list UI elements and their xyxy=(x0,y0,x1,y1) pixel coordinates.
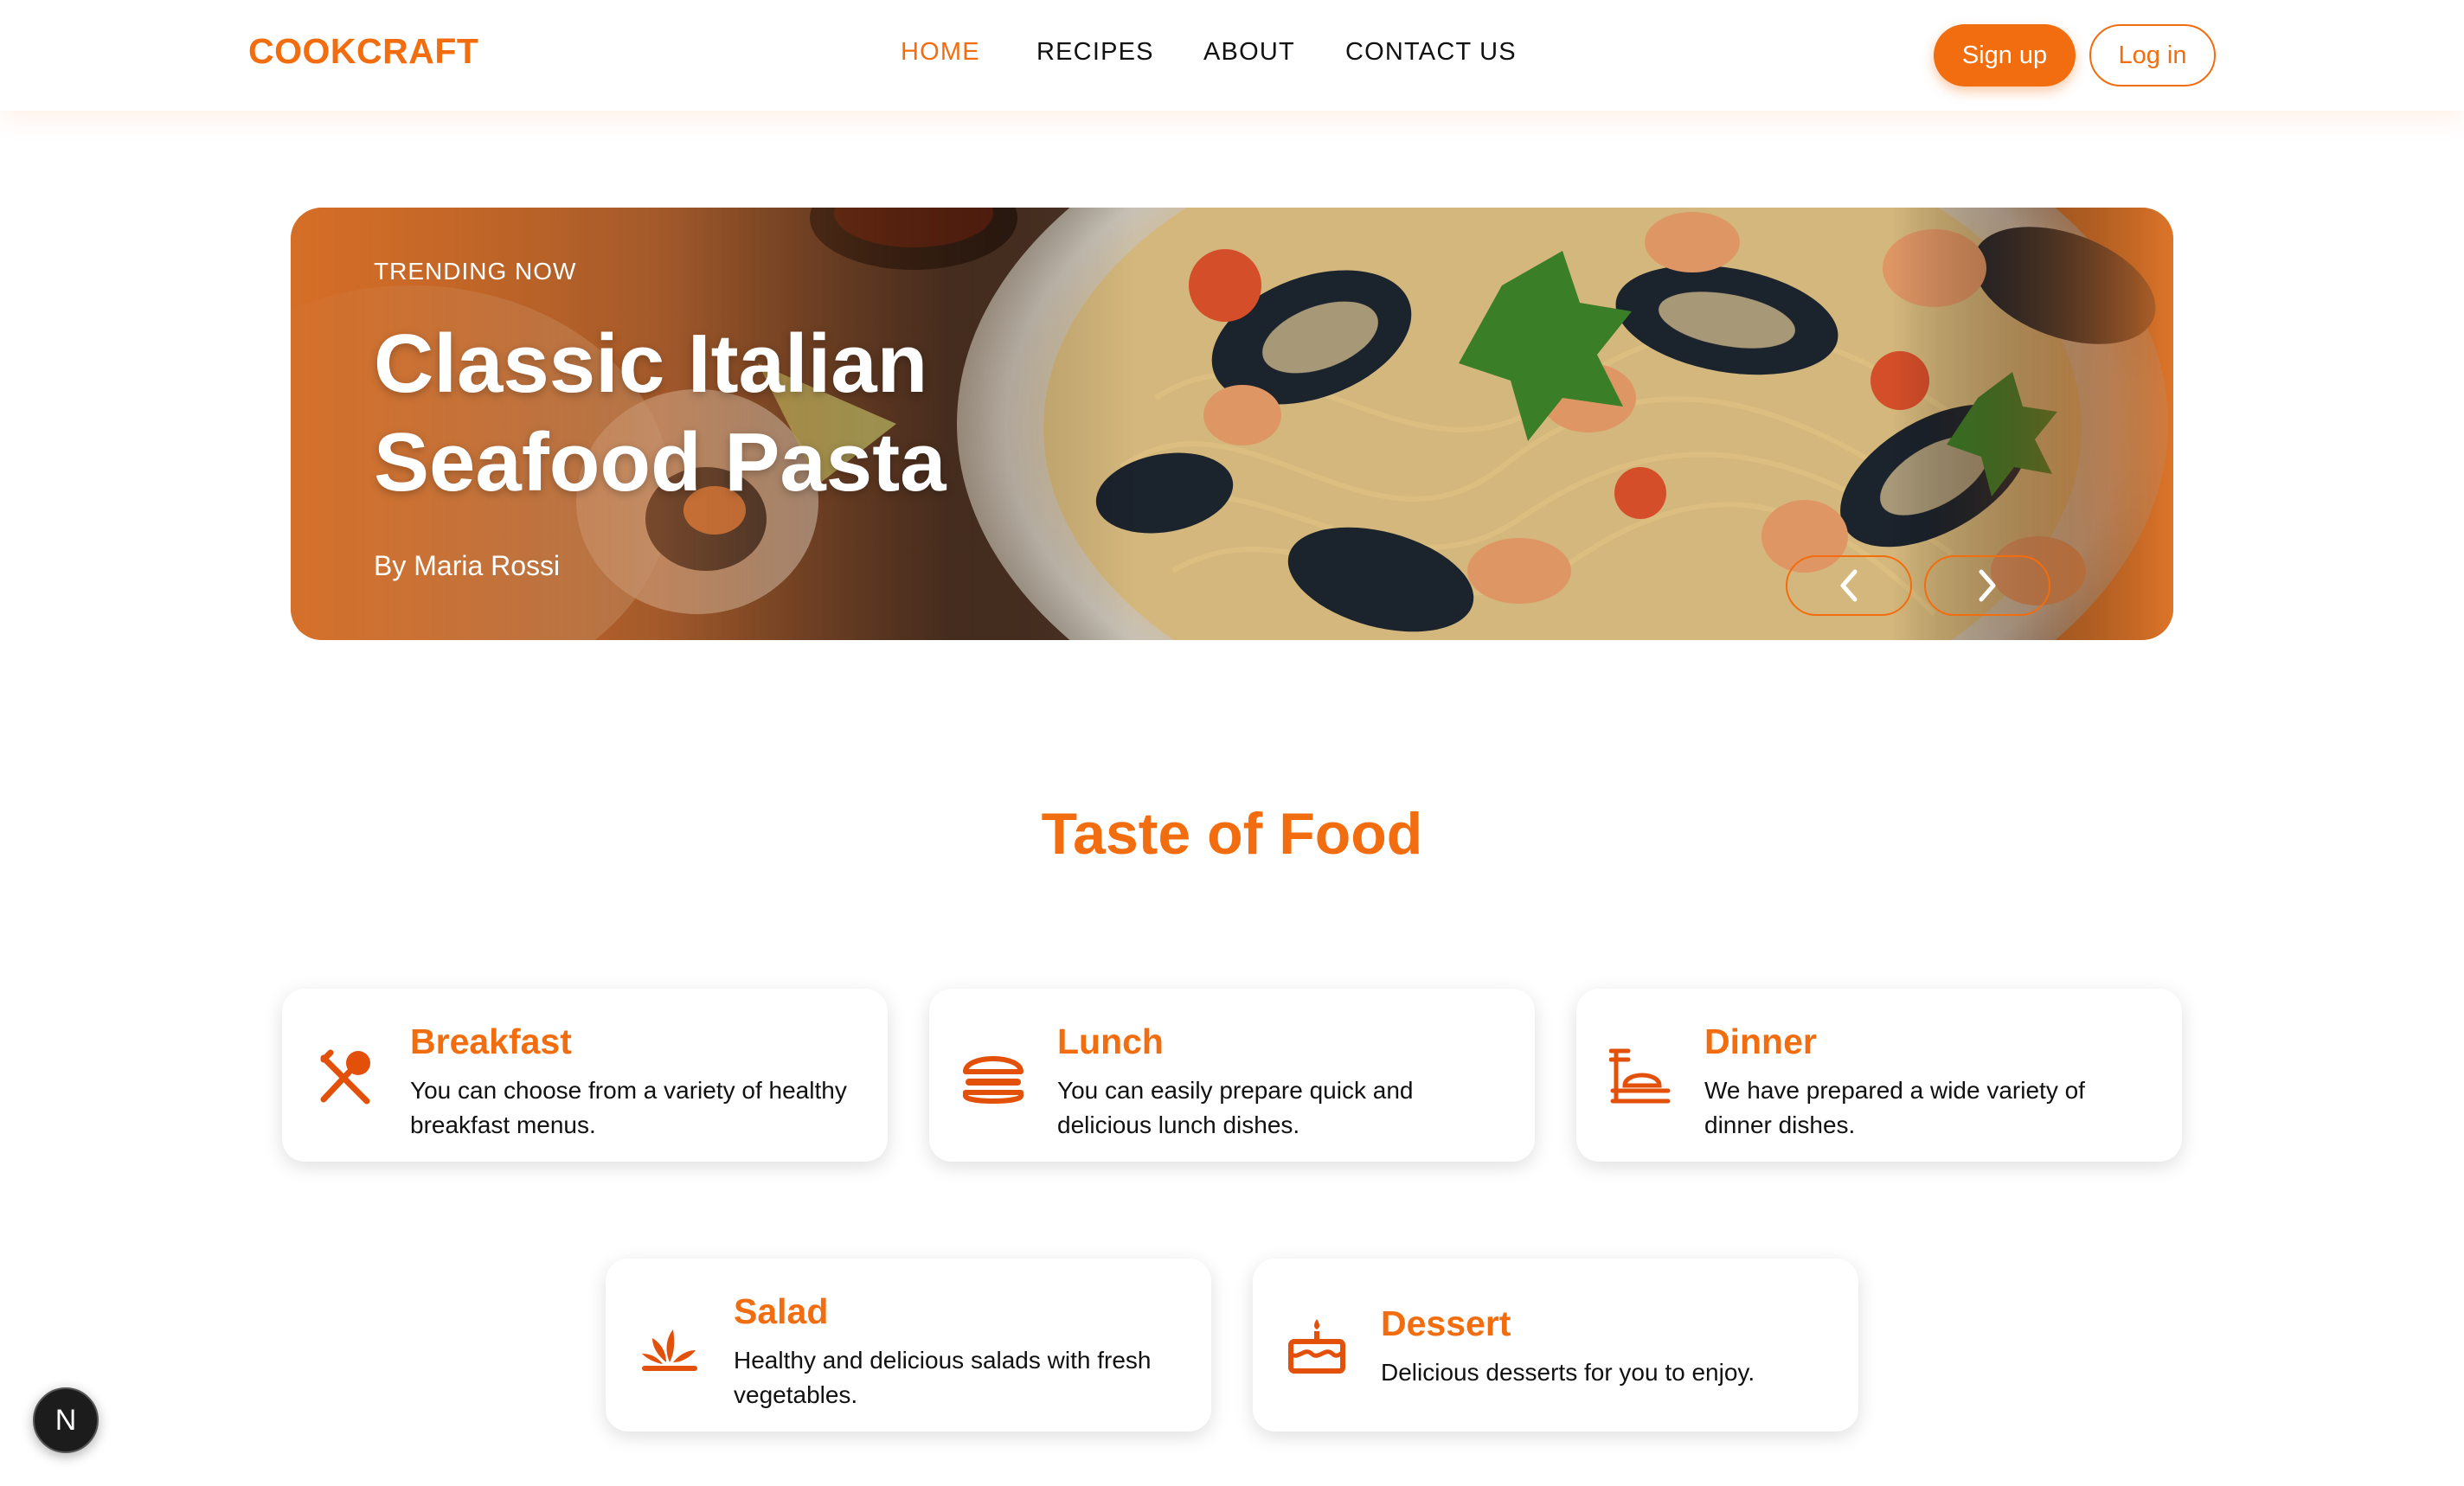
fork-spoon-icon xyxy=(320,1049,370,1105)
category-title: Breakfast xyxy=(410,1022,572,1061)
dinner-plate-icon xyxy=(1609,1048,1671,1104)
category-title: Salad xyxy=(734,1291,829,1331)
category-card-lunch[interactable]: Lunch You can easily prepare quick and d… xyxy=(929,989,1535,1162)
brand-logo[interactable]: COOKCRAFT xyxy=(248,31,478,72)
category-card-dinner[interactable]: Dinner We have prepared a wide variety o… xyxy=(1576,989,2182,1162)
category-description: You can easily prepare quick and delicio… xyxy=(1057,1077,1414,1138)
category-title: Dinner xyxy=(1704,1022,1817,1061)
carousel-next-button[interactable] xyxy=(1924,555,2050,616)
login-button[interactable]: Log in xyxy=(2089,24,2216,86)
section-title: Taste of Food xyxy=(1041,801,1423,867)
category-description: You can choose from a variety of healthy… xyxy=(410,1077,847,1138)
chevron-right-icon xyxy=(1979,569,1996,602)
chevron-left-icon xyxy=(1840,569,1858,602)
nav-home[interactable]: HOME xyxy=(901,38,980,67)
hero-eyebrow: TRENDING NOW xyxy=(374,258,577,285)
category-card-breakfast[interactable]: Breakfast You can choose from a variety … xyxy=(282,989,888,1162)
nav-contact-us[interactable]: CONTACT US xyxy=(1345,38,1517,67)
hero-author: By Maria Rossi xyxy=(374,550,561,581)
category-description: Healthy and delicious salads with fresh … xyxy=(734,1347,1152,1408)
hero-title-line-1: Classic Italian xyxy=(374,317,928,410)
top-navigation-bar: COOKCRAFT HOME RECIPES ABOUT CONTACT US … xyxy=(0,0,2464,111)
category-title: Dessert xyxy=(1381,1303,1511,1343)
category-description: We have prepared a wide variety of dinne… xyxy=(1704,1077,2085,1138)
hero-title-line-2: Seafood Pasta xyxy=(374,416,946,509)
leaf-icon xyxy=(642,1329,697,1371)
category-title: Lunch xyxy=(1057,1022,1164,1061)
hero-title[interactable]: Classic Italian Seafood Pasta xyxy=(374,315,1152,512)
nav-about[interactable]: ABOUT xyxy=(1203,38,1295,67)
dev-tools-badge[interactable]: N xyxy=(33,1387,99,1453)
carousel-prev-button[interactable] xyxy=(1786,555,1912,616)
cake-icon xyxy=(1288,1319,1345,1374)
signup-button[interactable]: Sign up xyxy=(1934,24,2076,86)
category-card-salad[interactable]: Salad Healthy and delicious salads with … xyxy=(606,1259,1211,1432)
category-description: Delicious desserts for you to enjoy. xyxy=(1381,1359,1755,1386)
nav-recipes[interactable]: RECIPES xyxy=(1036,38,1154,67)
burger-icon xyxy=(963,1056,1023,1104)
hero-banner[interactable]: TRENDING NOW Classic Italian Seafood Pas… xyxy=(291,208,2173,640)
category-card-dessert[interactable]: Dessert Delicious desserts for you to en… xyxy=(1253,1259,1858,1432)
